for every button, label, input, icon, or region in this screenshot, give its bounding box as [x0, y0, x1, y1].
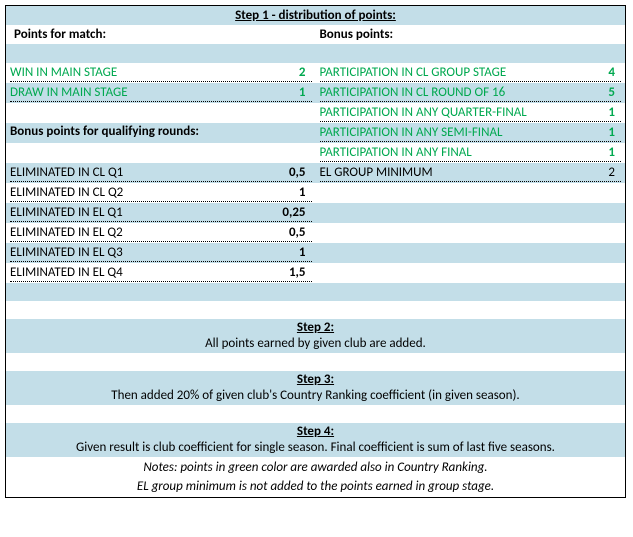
spacer-row — [6, 353, 625, 371]
coefficient-rules-box: Step 1 - distribution of points: Points … — [5, 5, 626, 498]
bonus-value: 1 — [575, 125, 621, 140]
qual-value: 1,5 — [266, 265, 312, 280]
data-row: ELIMINATED IN EL Q1 0,25 — [6, 203, 625, 223]
notes-line2: EL group minimum is not added to the poi… — [10, 477, 621, 496]
match-value: 2 — [266, 65, 312, 80]
qual-value: 0,5 — [266, 165, 312, 180]
step4-title: Step 4: — [6, 424, 625, 439]
bonus-label: PARTICIPATION IN CL ROUND OF 16 — [320, 85, 576, 100]
step2-block: Step 2: All points earned by given club … — [6, 319, 625, 353]
step4-block: Step 4: Given result is club coefficient… — [6, 423, 625, 457]
data-row: DRAW IN MAIN STAGE 1 PARTICIPATION IN CL… — [6, 83, 625, 103]
spacer-row — [6, 405, 625, 423]
qual-value: 1 — [266, 245, 312, 260]
qual-value: 1 — [266, 185, 312, 200]
data-row: ELIMINATED IN EL Q2 0,5 — [6, 223, 625, 243]
step2-title: Step 2: — [6, 320, 625, 335]
data-row: ELIMINATED IN EL Q4 1,5 — [6, 263, 625, 283]
bonus-value: 5 — [575, 85, 621, 100]
bonus-value: 1 — [575, 105, 621, 120]
qual-value: 0,5 — [266, 225, 312, 240]
bonus-label: EL GROUP MINIMUM — [320, 165, 576, 180]
bonus-value: 4 — [575, 65, 621, 80]
blank-row-1 — [6, 44, 625, 63]
data-row: ELIMINATED IN EL Q3 1 — [6, 243, 625, 263]
qual-value: 0,25 — [266, 205, 312, 220]
step1-title: Step 1 - distribution of points: — [6, 6, 625, 25]
qual-label: ELIMINATED IN EL Q1 — [10, 205, 266, 220]
qual-label: ELIMINATED IN EL Q4 — [10, 265, 266, 280]
match-value: 1 — [266, 85, 312, 100]
data-row: WIN IN MAIN STAGE 2 PARTICIPATION IN CL … — [6, 63, 625, 83]
match-label: WIN IN MAIN STAGE — [10, 65, 266, 80]
qual-label: ELIMINATED IN CL Q2 — [10, 185, 266, 200]
bonus-label: PARTICIPATION IN ANY FINAL — [320, 145, 576, 160]
step3-block: Step 3: Then added 20% of given club's C… — [6, 371, 625, 405]
data-row: PARTICIPATION IN ANY FINAL 1 — [6, 143, 625, 163]
headings-row: Points for match: Bonus points: — [6, 25, 625, 44]
data-row: ELIMINATED IN CL Q2 1 — [6, 183, 625, 203]
spacer-row — [6, 301, 625, 319]
match-label: DRAW IN MAIN STAGE — [10, 85, 266, 100]
step4-text: Given result is club coefficient for sin… — [6, 439, 625, 456]
notes-block: Notes: points in green color are awarded… — [6, 457, 625, 497]
data-row: PARTICIPATION IN ANY QUARTER-FINAL 1 — [6, 103, 625, 123]
qual-label: ELIMINATED IN EL Q3 — [10, 245, 266, 260]
bonus-points-heading: Bonus points: — [316, 26, 622, 43]
points-for-match-heading: Points for match: — [10, 26, 316, 43]
bonus-value: 1 — [575, 145, 621, 160]
qual-label: ELIMINATED IN CL Q1 — [10, 165, 266, 180]
step3-title: Step 3: — [6, 372, 625, 387]
bonus-label: PARTICIPATION IN CL GROUP STAGE — [320, 65, 576, 80]
bonus-label: PARTICIPATION IN ANY QUARTER-FINAL — [320, 105, 576, 120]
step2-text: All points earned by given club are adde… — [6, 335, 625, 352]
notes-line1: Notes: points in green color are awarded… — [10, 458, 621, 477]
spacer-row — [6, 283, 625, 301]
qual-label: ELIMINATED IN EL Q2 — [10, 225, 266, 240]
bonus-label: PARTICIPATION IN ANY SEMI-FINAL — [320, 125, 576, 140]
data-row: Bonus points for qualifying rounds: PART… — [6, 123, 625, 143]
step3-text: Then added 20% of given club's Country R… — [6, 387, 625, 404]
bonus-qualifying-heading: Bonus points for qualifying rounds: — [6, 123, 316, 143]
bonus-value: 2 — [575, 165, 621, 180]
data-row: ELIMINATED IN CL Q1 0,5 EL GROUP MINIMUM… — [6, 163, 625, 183]
